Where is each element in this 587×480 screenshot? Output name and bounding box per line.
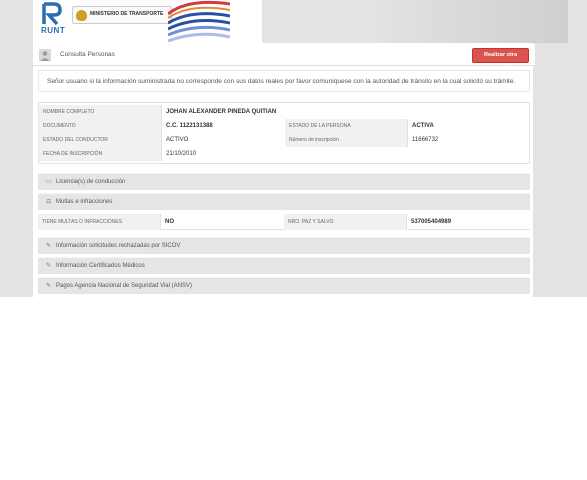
link-icon: ✎ — [46, 283, 52, 289]
section-medical-label: Información Certificados Médicos — [56, 263, 145, 269]
link-icon: ✎ — [46, 243, 52, 249]
section-medical[interactable]: ✎ Información Certificados Médicos — [38, 257, 530, 274]
ministry-text: MINISTERIO DE TRANSPORTE — [90, 11, 164, 17]
section-sicov-label: Información solicitudes rechazadas por S… — [56, 243, 181, 249]
clearance-number-label: NRO. PAZ Y SALVO — [284, 214, 406, 230]
registration-date-label: FECHA DE INSCRIPCIÓN — [39, 147, 161, 161]
coat-of-arms-icon — [76, 10, 87, 21]
link-icon: ✎ — [46, 263, 52, 269]
info-row: NOMBRE COMPLETO JOHAN ALEXANDER PINEDA Q… — [39, 105, 529, 119]
brand-area: RUNT MINISTERIO DE TRANSPORTE — [33, 0, 230, 43]
header-banner: RUNT MINISTERIO DE TRANSPORTE — [33, 0, 568, 43]
runt-logo-text: RUNT — [41, 26, 66, 35]
runt-logo-icon — [42, 2, 62, 26]
new-query-button[interactable]: Realizar otra consulta — [472, 48, 529, 71]
waves-graphic-icon — [168, 0, 230, 43]
full-name-value: JOHAN ALEXANDER PINEDA QUITIAN — [161, 105, 527, 119]
fines-info-row: TIENE MULTAS O INFRACCIONES NO NRO. PAZ … — [38, 214, 530, 230]
has-fines-label: TIENE MULTAS O INFRACCIONES — [38, 214, 160, 230]
query-topbar: Consulta Personas Realizar otra consulta — [33, 44, 535, 71]
driver-status-label: ESTADO DEL CONDUCTOR — [39, 133, 161, 147]
person-status-label: ESTADO DE LA PERSONA — [285, 119, 407, 133]
has-fines-value: NO — [160, 214, 284, 230]
section-sicov[interactable]: ✎ Información solicitudes rechazadas por … — [38, 237, 530, 254]
section-licenses[interactable]: ▭ Licencia(s) de conducción — [38, 173, 530, 190]
document-label: DOCUMENTO — [39, 119, 161, 133]
section-ansv-label: Pagos Agencia Nacional de Seguridad Vial… — [56, 283, 192, 289]
info-row: FECHA DE INSCRIPCIÓN 21/10/2010 — [39, 147, 529, 161]
header-fade — [373, 0, 568, 43]
section-ansv[interactable]: ✎ Pagos Agencia Nacional de Seguridad Via… — [38, 277, 530, 294]
registration-date-value: 21/10/2010 — [161, 147, 527, 161]
person-info-table: NOMBRE COMPLETO JOHAN ALEXANDER PINEDA Q… — [38, 102, 530, 164]
document-value: C.C. 1122131388 — [161, 119, 285, 133]
notice-message: Señor usuario si la información suminist… — [38, 70, 530, 92]
section-fines[interactable]: ⚖ Multas e infracciones — [38, 193, 530, 210]
section-licenses-label: Licencia(s) de conducción — [56, 179, 126, 185]
info-row: ESTADO DEL CONDUCTOR ACTIVO Número de in… — [39, 133, 529, 147]
driver-status-value: ACTIVO — [161, 133, 285, 147]
registration-number-value: 11666732 — [407, 133, 527, 147]
full-name-label: NOMBRE COMPLETO — [39, 105, 161, 119]
clearance-number-value: 537005404989 — [406, 214, 528, 230]
gavel-icon: ⚖ — [46, 199, 52, 205]
section-fines-label: Multas e infracciones — [56, 199, 113, 205]
card-icon: ▭ — [46, 179, 52, 185]
page-title: Consulta Personas — [60, 51, 115, 58]
registration-number-label: Número de inscripción — [285, 133, 407, 147]
info-row: DOCUMENTO C.C. 1122131388 ESTADO DE LA P… — [39, 119, 529, 133]
user-icon — [39, 49, 51, 61]
person-status-value: ACTIVA — [407, 119, 527, 133]
ministry-badge: MINISTERIO DE TRANSPORTE — [72, 6, 172, 24]
